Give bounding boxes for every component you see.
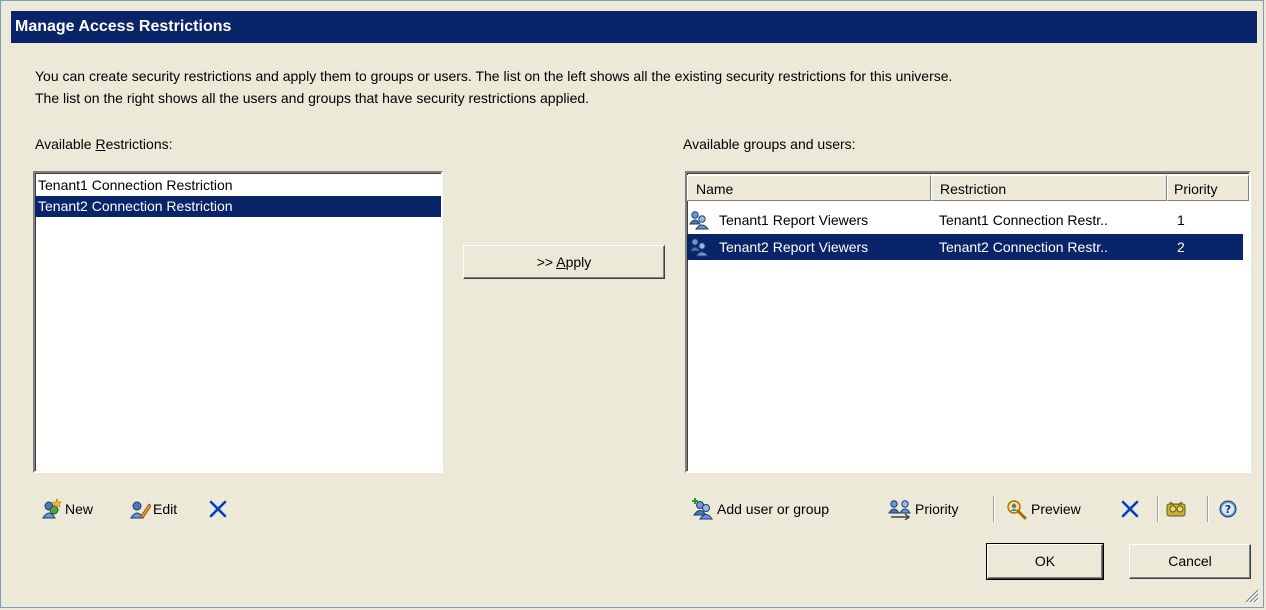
row-restriction: Tenant2 Connection Restr.. [939, 239, 1108, 255]
add-user-group-icon [692, 498, 713, 520]
available-groups-label: Available groups and users: [683, 136, 856, 152]
apply-label: pply [565, 254, 592, 270]
user-group-icon [689, 211, 709, 230]
restriction-item-tenant1[interactable]: Tenant1 Connection Restriction [35, 175, 441, 196]
svg-text:?: ? [1225, 503, 1231, 516]
apply-button[interactable]: >> Apply [463, 245, 665, 279]
label-mnemonic: R [95, 136, 106, 152]
add-user-group-label: Add user or group [717, 501, 830, 517]
priority-icon [888, 500, 911, 520]
label-text: Available [35, 136, 96, 152]
edit-restriction-icon [130, 501, 151, 519]
properties-button[interactable] [1165, 495, 1191, 523]
delete-icon [1121, 500, 1139, 518]
properties-icon [1166, 501, 1186, 517]
groups-users-grid[interactable]: Name Restriction Priority Tenant1 Report… [685, 171, 1251, 473]
row-priority: 2 [1177, 239, 1185, 255]
help-icon: ? [1219, 500, 1237, 518]
help-button[interactable]: ? [1217, 495, 1241, 523]
priority-button[interactable]: Priority [887, 495, 959, 523]
toolbar-separator [1207, 496, 1209, 522]
label-text: estrictions: [105, 136, 173, 152]
resize-grip-icon[interactable] [1243, 587, 1259, 603]
delete-icon [209, 500, 227, 518]
edit-label: Edit [153, 501, 178, 517]
apply-prefix: >> [536, 254, 557, 270]
manage-access-restrictions-dialog: Manage Access Restrictions You can creat… [0, 0, 1264, 608]
new-restriction-icon [42, 498, 62, 519]
grid-row-tenant1[interactable]: Tenant1 Report Viewers Tenant1 Connectio… [687, 207, 1243, 233]
toolbar-separator [993, 496, 995, 522]
restriction-item-tenant2[interactable]: Tenant2 Connection Restriction [35, 196, 441, 217]
preview-icon [1007, 500, 1027, 520]
column-header-restriction[interactable]: Restriction [931, 175, 1167, 201]
apply-mnemonic: A [556, 254, 566, 270]
user-group-icon [689, 238, 709, 257]
row-name: Tenant2 Report Viewers [719, 239, 869, 255]
preview-label: Preview [1031, 501, 1081, 517]
label-text: Available [683, 136, 744, 152]
grid-header: Name Restriction Priority [687, 175, 1249, 201]
label-text: roups and users: [751, 136, 856, 152]
new-label: New [65, 501, 94, 517]
new-restriction-button[interactable]: New [41, 495, 93, 523]
description-line-1: You can create security restrictions and… [35, 68, 953, 84]
ok-button[interactable]: OK [986, 543, 1104, 580]
dialog-title: Manage Access Restrictions [11, 11, 1257, 43]
restrictions-listbox[interactable]: Tenant1 Connection Restriction Tenant2 C… [33, 171, 443, 473]
row-restriction: Tenant1 Connection Restr.. [939, 212, 1108, 228]
grid-row-tenant2[interactable]: Tenant2 Report Viewers Tenant2 Connectio… [687, 234, 1243, 260]
row-name: Tenant1 Report Viewers [719, 212, 869, 228]
preview-button[interactable]: Preview [1005, 495, 1081, 523]
priority-label: Priority [915, 501, 959, 517]
remove-group-button[interactable] [1119, 495, 1143, 523]
dialog-description: You can create security restrictions and… [35, 65, 1250, 109]
edit-restriction-button[interactable]: Edit [129, 495, 177, 523]
cancel-button[interactable]: Cancel [1129, 544, 1251, 579]
row-priority: 1 [1177, 212, 1185, 228]
column-header-priority[interactable]: Priority [1167, 175, 1249, 201]
column-header-name[interactable]: Name [687, 175, 931, 201]
available-restrictions-label: Available Restrictions: [35, 136, 173, 152]
description-line-2: The list on the right shows all the user… [35, 90, 590, 106]
delete-restriction-button[interactable] [207, 495, 231, 523]
toolbar-separator [1157, 496, 1159, 522]
add-user-or-group-button[interactable]: Add user or group [691, 495, 829, 523]
